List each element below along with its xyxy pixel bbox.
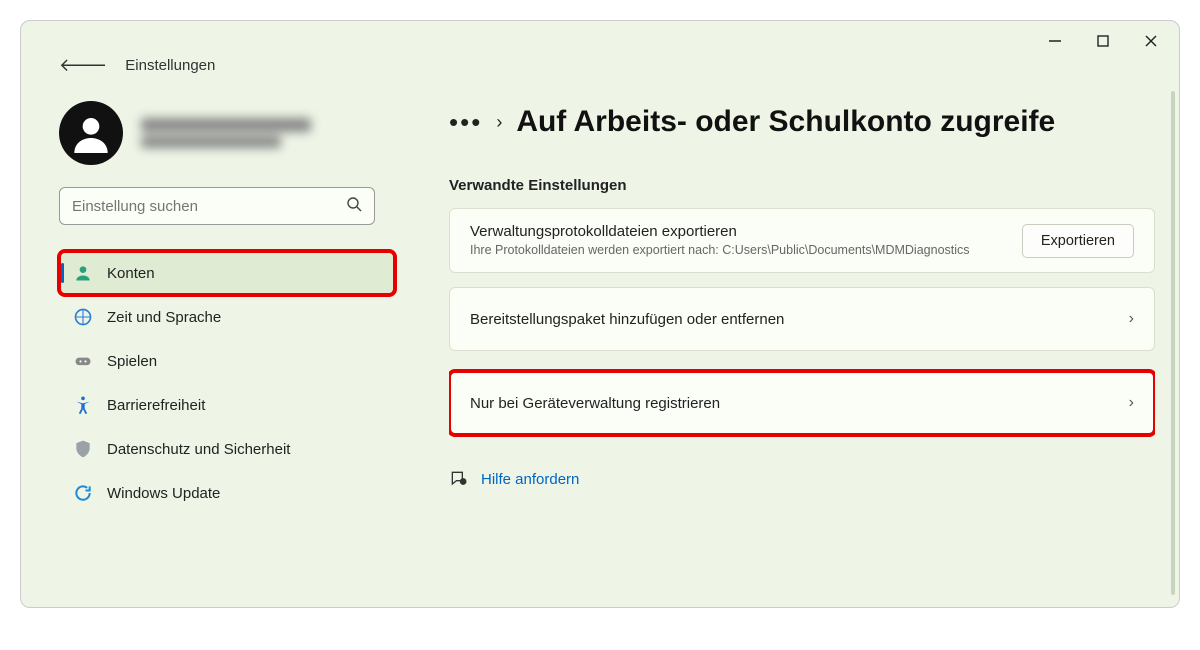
card-title: Verwaltungsprotokolldateien exportieren (470, 223, 1022, 240)
profile-name-redacted (141, 114, 311, 152)
shield-icon (73, 439, 93, 459)
card-title: Bereitstellungspaket hinzufügen oder ent… (470, 311, 784, 328)
page-title: Auf Arbeits- oder Schulkonto zugreife (516, 105, 1055, 139)
sidebar-item-datenschutz[interactable]: Datenschutz und Sicherheit (59, 427, 395, 471)
search-input[interactable] (72, 198, 332, 215)
sidebar-item-label: Windows Update (107, 485, 220, 502)
settings-window: 🡐 Einstellungen Konten (20, 20, 1180, 608)
help-link-row[interactable]: ? Hilfe anfordern (449, 469, 1155, 489)
sidebar-item-label: Barrierefreiheit (107, 397, 205, 414)
section-label: Verwandte Einstellungen (449, 177, 1155, 194)
sidebar-item-label: Zeit und Sprache (107, 309, 221, 326)
svg-text:?: ? (462, 480, 465, 486)
sidebar-item-spielen[interactable]: Spielen (59, 339, 395, 383)
sidebar: Konten Zeit und Sprache Spielen Barriere… (59, 101, 404, 515)
gamepad-icon (73, 351, 93, 371)
breadcrumb-more-icon[interactable]: ••• (449, 107, 482, 138)
close-button[interactable] (1141, 31, 1161, 51)
globe-clock-icon (73, 307, 93, 327)
sidebar-item-label: Spielen (107, 353, 157, 370)
breadcrumb: ••• › Auf Arbeits- oder Schulkonto zugre… (449, 105, 1155, 139)
chevron-right-icon: › (1129, 310, 1134, 328)
person-icon (73, 263, 93, 283)
help-link-label: Hilfe anfordern (481, 471, 579, 488)
export-button[interactable]: Exportieren (1022, 224, 1134, 258)
update-icon (73, 483, 93, 503)
card-device-management[interactable]: Nur bei Geräteverwaltung registrieren › (449, 371, 1155, 435)
sidebar-item-zeit[interactable]: Zeit und Sprache (59, 295, 395, 339)
accessibility-icon (73, 395, 93, 415)
chevron-right-icon: › (1129, 394, 1134, 412)
profile-block[interactable] (59, 101, 404, 165)
help-icon: ? (449, 469, 469, 489)
back-button[interactable]: 🡐 (59, 55, 107, 76)
minimize-button[interactable] (1045, 31, 1065, 51)
card-subtitle: Ihre Protokolldateien werden exportiert … (470, 242, 1022, 258)
sidebar-item-update[interactable]: Windows Update (59, 471, 395, 515)
app-title: Einstellungen (125, 57, 215, 74)
scrollbar[interactable] (1171, 91, 1175, 595)
sidebar-item-barriere[interactable]: Barrierefreiheit (59, 383, 395, 427)
card-export-logs: Verwaltungsprotokolldateien exportieren … (449, 208, 1155, 273)
topbar: 🡐 Einstellungen (59, 55, 215, 76)
search-icon (346, 196, 362, 217)
nav-list: Konten Zeit und Sprache Spielen Barriere… (59, 251, 395, 515)
sidebar-item-label: Konten (107, 265, 155, 282)
window-controls (1045, 31, 1161, 51)
main-content: ••• › Auf Arbeits- oder Schulkonto zugre… (449, 105, 1155, 599)
sidebar-item-konten[interactable]: Konten (59, 251, 395, 295)
chevron-right-icon: › (496, 112, 502, 133)
search-box[interactable] (59, 187, 375, 225)
avatar (59, 101, 123, 165)
card-provisioning-package[interactable]: Bereitstellungspaket hinzufügen oder ent… (449, 287, 1155, 351)
maximize-button[interactable] (1093, 31, 1113, 51)
sidebar-item-label: Datenschutz und Sicherheit (107, 441, 290, 458)
card-title: Nur bei Geräteverwaltung registrieren (470, 395, 720, 412)
